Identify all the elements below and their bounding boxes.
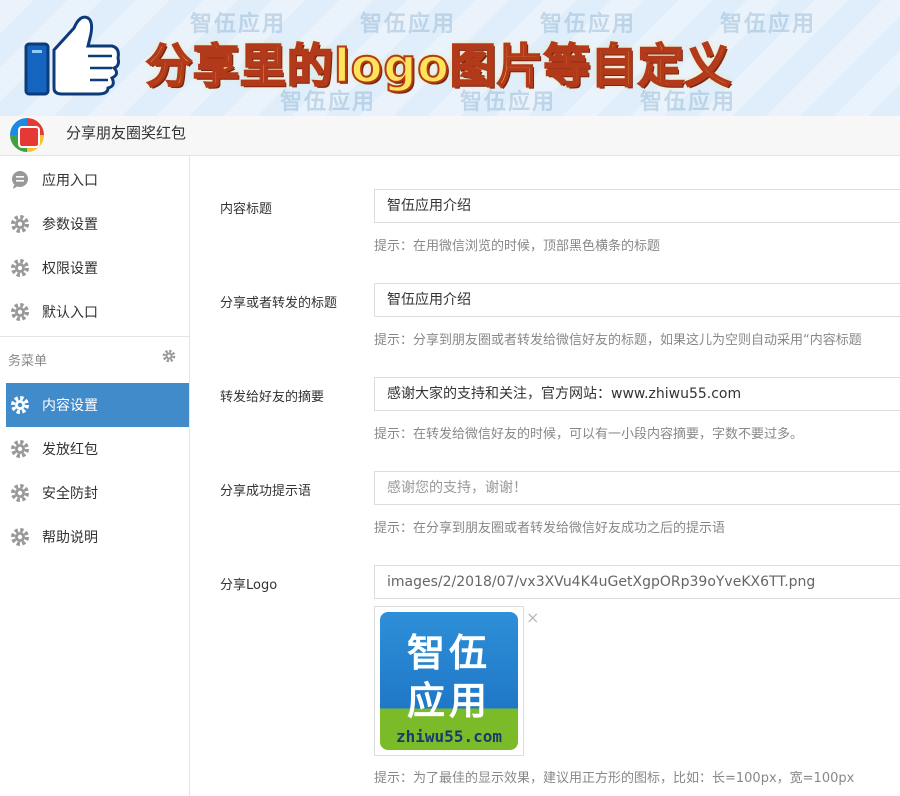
app-icon (10, 118, 44, 152)
sidebar-item-label: 发放红包 (42, 442, 98, 458)
logo-image: 智伍 应用 zhiwu55.com (380, 612, 518, 750)
sidebar-item-security[interactable]: 安全防封 (0, 471, 189, 515)
logo-label: 分享Logo (220, 578, 278, 593)
summary-label: 转发给好友的摘要 (220, 390, 325, 405)
sidebar-item-label: 安全防封 (42, 486, 98, 502)
sidebar-divider (0, 336, 189, 337)
content-title-hint: 提示：在用微信浏览的时候，顶部黑色横条的标题 (374, 239, 661, 254)
banner-title: 分享里的logo图片等自定义 (145, 38, 732, 94)
gear-icon (10, 258, 30, 278)
sidebar-item-label: 参数设置 (42, 217, 98, 233)
gear-icon (10, 302, 30, 322)
watermark: 智伍应用 (720, 12, 817, 37)
sidebar-item-label: 权限设置 (42, 261, 98, 277)
app-header: 分享朋友圈奖红包 (0, 116, 900, 156)
logo-text: 应用 (406, 679, 491, 723)
sidebar-item-send-redpacket[interactable]: 发放红包 (0, 427, 189, 471)
sidebar-item-content-settings[interactable]: 内容设置 (6, 383, 189, 427)
sidebar-item-params[interactable]: 参数设置 (0, 202, 189, 246)
gear-icon (10, 439, 30, 459)
sidebar-group-label: 务菜单 (8, 354, 48, 369)
sidebar: 应用入口 参数设置 权限设置 默认入口 务菜单 内容设置 发放红包 安全防封 帮… (0, 156, 190, 796)
close-icon[interactable]: × (526, 608, 539, 627)
success-msg-input[interactable]: 感谢您的支持，谢谢！ (374, 471, 900, 505)
sidebar-item-label: 帮助说明 (42, 530, 98, 546)
logo-path-input[interactable]: images/2/2018/07/vx3XVu4K4uGetXgpORp39oY… (374, 565, 900, 599)
success-msg-hint: 提示：在分享到朋友圈或者转发给微信好友成功之后的提示语 (374, 521, 726, 536)
thumbs-up-icon (24, 15, 120, 96)
logo-url-text: zhiwu55.com (396, 727, 502, 746)
sidebar-item-label: 内容设置 (42, 398, 98, 414)
sidebar-item-label: 应用入口 (42, 173, 98, 189)
summary-input[interactable]: 感谢大家的支持和关注，官方网站：www.zhiwu55.com (374, 377, 900, 411)
gear-icon (10, 483, 30, 503)
content-title-input[interactable]: 智伍应用介绍 (374, 189, 900, 223)
gear-icon (10, 527, 30, 547)
content-title-label: 内容标题 (220, 202, 273, 217)
gear-icon (10, 214, 30, 234)
sidebar-item-label: 默认入口 (42, 305, 98, 321)
share-title-label: 分享或者转发的标题 (220, 296, 338, 311)
share-title-hint: 提示：分享到朋友圈或者转发给微信好友的标题，如果这儿为空则自动采用“内容标题 (374, 333, 862, 348)
sidebar-item-default-entry[interactable]: 默认入口 (0, 290, 189, 334)
promo-banner: 智伍应用 智伍应用 智伍应用 智伍应用 智伍应用 智伍应用 智伍应用 分享里的l… (0, 0, 900, 116)
logo-text: 智伍 (406, 631, 491, 675)
sidebar-item-help[interactable]: 帮助说明 (0, 515, 189, 559)
gear-icon[interactable] (162, 349, 176, 363)
logo-preview[interactable]: 智伍 应用 zhiwu55.com (374, 606, 524, 756)
sidebar-item-app-entry[interactable]: 应用入口 (0, 158, 189, 202)
summary-hint: 提示：在转发给微信好友的时候，可以有一小段内容摘要，字数不要过多。 (374, 427, 804, 442)
sidebar-item-permissions[interactable]: 权限设置 (0, 246, 189, 290)
share-title-input[interactable]: 智伍应用介绍 (374, 283, 900, 317)
gear-icon (10, 395, 30, 415)
chat-icon (10, 170, 30, 190)
app-title: 分享朋友圈奖红包 (66, 124, 187, 142)
success-msg-label: 分享成功提示语 (220, 484, 312, 499)
logo-hint: 提示：为了最佳的显示效果，建议用正方形的图标，比如：长=100px，宽=100p… (374, 771, 855, 786)
